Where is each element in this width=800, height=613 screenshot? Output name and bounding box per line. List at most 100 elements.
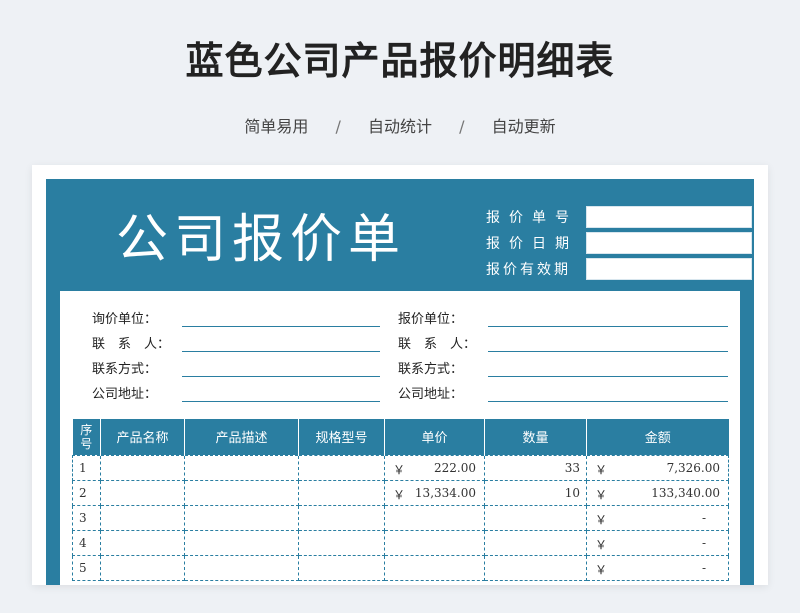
cell-desc[interactable]	[184, 504, 299, 531]
quoting-company-row: 报价单位：	[398, 305, 728, 327]
info-label: 联 系 人：	[92, 337, 171, 352]
feature-easy: 简单易用	[244, 117, 309, 136]
quoting-address-field[interactable]	[488, 384, 728, 402]
cell-no[interactable]: 1	[72, 454, 101, 481]
currency-symbol: ￥	[595, 462, 608, 477]
inquiry-address-row: 公司地址：	[92, 380, 380, 402]
cell-price[interactable]	[384, 554, 485, 581]
meta-label-text: 报价单号	[486, 210, 578, 226]
quoting-company-field[interactable]	[488, 309, 728, 327]
cell-qty[interactable]	[484, 554, 587, 581]
quoting-contact-row: 联 系 人：	[398, 330, 728, 352]
currency-symbol: ￥	[595, 562, 608, 577]
quote-sheet: 公司报价单 报价单号 报价日期 报价有效期 询价单位： 联 系 人： 联系方式：	[46, 179, 754, 585]
cell-name[interactable]	[100, 479, 185, 506]
table-row: 3 ￥ -	[72, 504, 729, 531]
quoting-phone-field[interactable]	[488, 359, 728, 377]
cell-amount[interactable]: ￥ -	[586, 504, 729, 531]
col-header-price: 单价	[384, 419, 485, 455]
col-header-spec: 规格型号	[298, 419, 385, 455]
cell-price[interactable]: ￥ 13,334.00	[384, 479, 485, 506]
meta-quote-date: 报价日期	[486, 231, 752, 255]
price-value: 13,334.00	[414, 485, 476, 500]
quote-number-field[interactable]	[586, 206, 752, 228]
cell-name[interactable]	[100, 529, 185, 556]
feature-auto-update: 自动更新	[491, 117, 556, 136]
table-row: 2 ￥ 13,334.00 10 ￥ 133,340.00	[72, 479, 729, 506]
quote-body: 询价单位： 联 系 人： 联系方式： 公司地址： 报价单位： 联 系 人： 联系…	[60, 291, 740, 585]
cell-name[interactable]	[100, 454, 185, 481]
table-header-row: 序号 产品名称 产品描述 规格型号 单价 数量 金额	[72, 419, 729, 455]
cell-desc[interactable]	[184, 554, 299, 581]
inquiry-address-field[interactable]	[182, 384, 380, 402]
cell-no[interactable]: 5	[72, 554, 101, 581]
meta-quote-number: 报价单号	[486, 205, 752, 229]
cell-amount[interactable]: ￥ 7,326.00	[586, 454, 729, 481]
col-header-no: 序号	[72, 419, 101, 455]
separator: /	[459, 117, 465, 136]
currency-symbol: ￥	[595, 512, 608, 527]
info-label: 联系方式：	[92, 362, 158, 377]
cell-price[interactable]: ￥ 222.00	[384, 454, 485, 481]
cell-spec[interactable]	[298, 554, 385, 581]
validity-field[interactable]	[586, 258, 752, 280]
meta-label: 报价单号	[486, 207, 586, 227]
cell-spec[interactable]	[298, 454, 385, 481]
page-title: 蓝色公司产品报价明细表	[185, 39, 615, 83]
cell-no[interactable]: 2	[72, 479, 101, 506]
inquiry-company-field[interactable]	[182, 309, 380, 327]
feature-auto-stats: 自动统计	[367, 117, 432, 136]
cell-amount[interactable]: ￥ -	[586, 529, 729, 556]
inquiry-phone-row: 联系方式：	[92, 355, 380, 377]
amount-value: -	[701, 510, 706, 525]
amount-value: -	[701, 560, 706, 575]
table-row: 4 ￥ -	[72, 529, 729, 556]
quoting-contact-field[interactable]	[488, 334, 728, 352]
cell-no[interactable]: 3	[72, 504, 101, 531]
currency-symbol: ￥	[595, 537, 608, 552]
table-row: 5 ￥ -	[72, 554, 729, 581]
amount-value: 133,340.00	[651, 485, 720, 500]
price-value: 222.00	[434, 460, 476, 475]
cell-desc[interactable]	[184, 479, 299, 506]
currency-symbol: ￥	[393, 462, 406, 477]
meta-label-text: 报价日期	[486, 236, 578, 252]
cell-qty[interactable]	[484, 504, 587, 531]
cell-amount[interactable]: ￥ 133,340.00	[586, 479, 729, 506]
meta-validity: 报价有效期	[486, 257, 752, 281]
cell-spec[interactable]	[298, 529, 385, 556]
quote-date-field[interactable]	[586, 232, 752, 254]
currency-symbol: ￥	[393, 487, 406, 502]
cell-price[interactable]	[384, 529, 485, 556]
col-header-amount: 金额	[586, 419, 729, 455]
meta-label-text: 报价有效期	[486, 262, 571, 278]
currency-symbol: ￥	[595, 487, 608, 502]
cell-amount[interactable]: ￥ -	[586, 554, 729, 581]
col-header-qty: 数量	[484, 419, 587, 455]
amount-value: -	[701, 535, 706, 550]
document-title: 公司报价单	[116, 210, 407, 270]
info-label: 联系方式：	[398, 362, 464, 377]
cell-spec[interactable]	[298, 504, 385, 531]
cell-price[interactable]	[384, 504, 485, 531]
cell-qty[interactable]	[484, 529, 587, 556]
quoting-address-row: 公司地址：	[398, 380, 728, 402]
inquiry-contact-field[interactable]	[182, 334, 380, 352]
cell-spec[interactable]	[298, 479, 385, 506]
col-header-name: 产品名称	[100, 419, 185, 455]
inquiry-company-row: 询价单位：	[92, 305, 380, 327]
col-header-no-char: 号	[80, 436, 93, 451]
info-label: 报价单位：	[398, 312, 464, 327]
quoting-phone-row: 联系方式：	[398, 355, 728, 377]
cell-no[interactable]: 4	[72, 529, 101, 556]
cell-qty[interactable]: 10	[484, 479, 587, 506]
meta-label: 报价日期	[486, 233, 586, 253]
cell-desc[interactable]	[184, 529, 299, 556]
inquiry-phone-field[interactable]	[182, 359, 380, 377]
cell-desc[interactable]	[184, 454, 299, 481]
cell-qty[interactable]: 33	[484, 454, 587, 481]
cell-name[interactable]	[100, 554, 185, 581]
col-header-no-char: 序	[80, 422, 93, 437]
cell-name[interactable]	[100, 504, 185, 531]
amount-value: 7,326.00	[666, 460, 720, 475]
